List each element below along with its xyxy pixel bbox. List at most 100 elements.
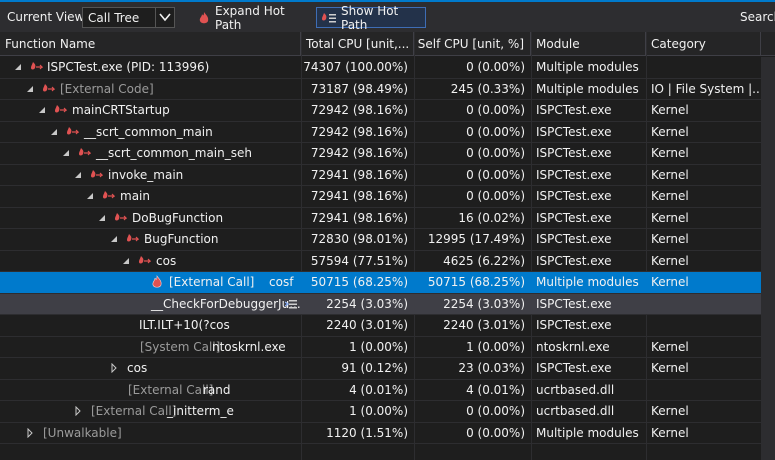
total-cpu-cell: 91 (0.12%) — [341, 361, 408, 375]
function-name-cell: DoBugFunction — [0, 208, 301, 229]
collapsed-arrow-icon[interactable] — [73, 406, 83, 416]
column-header-category[interactable]: Category — [646, 32, 761, 56]
total-cpu-cell: 2254 (3.03%) — [326, 296, 408, 311]
module-cell: ISPCTest.exe — [536, 232, 612, 246]
category-cell: Kernel — [651, 361, 689, 375]
expanded-arrow-icon[interactable] — [121, 256, 131, 266]
module-cell: Multiple modules — [536, 81, 639, 96]
collapsed-arrow-icon[interactable] — [25, 427, 35, 438]
category-cell — [646, 57, 761, 78]
table-row[interactable]: __CheckForDebuggerJu... 2254 (3.03%) 225… — [0, 293, 775, 315]
module-cell: ISPCTest.exe — [536, 253, 612, 268]
hot-path-flame-icon — [139, 255, 151, 263]
self-cpu-cell: 4625 (6.22%) — [443, 253, 525, 268]
column-header-function-name[interactable]: Function Name — [0, 32, 301, 56]
expanded-arrow-icon[interactable] — [13, 62, 23, 72]
function-name-cell: mainCRTStartup — [0, 100, 301, 121]
table-row[interactable]: main 72941 (98.16%) 0 (0.00%) ISPCTest.e… — [0, 186, 775, 208]
table-row[interactable]: __scrt_common_main_seh 72942 (98.16%) 0 … — [0, 143, 775, 165]
module-cell: ISPCTest.exe — [536, 124, 612, 139]
view-source-icon[interactable] — [285, 299, 297, 310]
total-cpu-cell: 74307 (100.00%) — [303, 60, 408, 74]
function-name-cell: __scrt_common_main_seh — [0, 143, 301, 164]
module-cell: ISPCTest.exe — [536, 296, 612, 311]
table-row[interactable]: invoke_main 72941 (98.16%) 0 (0.00%) ISP… — [0, 165, 775, 186]
column-header-self-cpu[interactable]: Self CPU [unit, %] — [414, 32, 531, 56]
module-cell: ISPCTest.exe — [536, 189, 612, 203]
table-row[interactable]: __scrt_common_main 72942 (98.16%) 0 (0.0… — [0, 122, 775, 143]
table-row[interactable]: DoBugFunction 72941 (98.16%) 16 (0.02%) … — [0, 208, 775, 229]
expanded-arrow-icon[interactable] — [25, 84, 35, 94]
category-cell — [646, 294, 761, 315]
self-cpu-cell: 0 (0.00%) — [466, 167, 525, 182]
function-name-prefix: [Unwalkable] — [43, 425, 122, 440]
total-cpu-cell: 4 (0.01%) — [349, 382, 408, 397]
function-name-cell: [Unwalkable] — [0, 423, 301, 444]
category-cell: Kernel — [651, 232, 689, 246]
function-name-cell: __CheckForDebuggerJu... — [0, 294, 301, 315]
category-cell: Kernel — [651, 425, 689, 440]
hot-path-flame-icon — [103, 191, 115, 199]
hot-path-flame-icon — [79, 148, 91, 156]
function-name-cell: cos — [0, 358, 301, 379]
module-cell: ntoskrnl.exe — [536, 339, 610, 354]
category-cell: Kernel — [651, 275, 689, 289]
total-cpu-cell: 72830 (98.01%) — [310, 232, 408, 246]
vertical-scrollbar[interactable] — [761, 57, 775, 460]
self-cpu-cell: 245 (0.33%) — [450, 81, 525, 96]
collapsed-arrow-icon[interactable] — [109, 363, 119, 373]
table-row[interactable]: [External Call] _initterm_e 1 (0.00%) 0 … — [0, 401, 775, 423]
total-cpu-cell: 1120 (1.51%) — [326, 425, 408, 440]
function-name-cell: [System Call] ntoskrnl.exe — [0, 337, 301, 358]
table-row[interactable]: ILT.ILT+10(?cos 2240 (3.01%) 2240 (3.01%… — [0, 315, 775, 337]
column-header-module[interactable]: Module — [531, 32, 646, 56]
category-cell — [646, 380, 761, 401]
function-name-prefix: [System Call] — [140, 339, 221, 354]
table-row-selected[interactable]: [External Call] cosf 50715 (68.25%) 5071… — [0, 272, 775, 294]
table-row[interactable]: [External Call] rand 4 (0.01%) 4 (0.01%)… — [0, 380, 775, 401]
expanded-arrow-icon[interactable] — [61, 148, 71, 158]
total-cpu-cell: 73187 (98.49%) — [310, 81, 408, 96]
table-row[interactable]: ISPCTest.exe (PID: 113996) 74307 (100.00… — [0, 57, 775, 79]
hot-path-flame-icon — [55, 105, 67, 113]
table-row[interactable]: cos 57594 (77.51%) 4625 (6.22%) ISPCTest… — [0, 251, 775, 272]
self-cpu-cell: 2240 (3.01%) — [443, 318, 525, 332]
function-name: ISPCTest.exe (PID: 113996) — [47, 60, 210, 74]
function-name-cell: ISPCTest.exe (PID: 113996) — [0, 57, 301, 78]
module-cell: ISPCTest.exe — [536, 167, 612, 182]
function-name-cell: [External Call] rand — [0, 380, 301, 401]
current-view-dropdown[interactable]: Call Tree — [82, 7, 175, 28]
table-row[interactable]: [External Code] 73187 (98.49%) 245 (0.33… — [0, 79, 775, 100]
total-cpu-cell: 72942 (98.16%) — [310, 146, 408, 160]
expanded-arrow-icon[interactable] — [85, 191, 95, 201]
function-name: __scrt_common_main_seh — [96, 146, 252, 160]
show-hot-path-button[interactable]: Show Hot Path — [316, 4, 426, 32]
function-name-prefix: [External Call] — [128, 382, 214, 397]
expanded-arrow-icon[interactable] — [37, 105, 47, 115]
table-row[interactable]: [System Call] ntoskrnl.exe 1 (0.00%) 1 (… — [0, 337, 775, 358]
function-name-cell: ILT.ILT+10(?cos — [0, 315, 301, 336]
table-row[interactable]: cos 91 (0.12%) 23 (0.03%) ISPCTest.exe K… — [0, 358, 775, 380]
function-name: __CheckForDebuggerJu... — [151, 296, 301, 311]
dropdown-arrow-button[interactable] — [155, 8, 174, 27]
search-input[interactable]: Search — [740, 10, 775, 24]
table-row[interactable]: mainCRTStartup 72942 (98.16%) 0 (0.00%) … — [0, 100, 775, 122]
table-row[interactable]: [Unwalkable] 1120 (1.51%) 0 (0.00%) Mult… — [0, 423, 775, 444]
expand-hot-path-label: Expand Hot Path — [215, 3, 285, 32]
self-cpu-cell: 23 (0.03%) — [458, 361, 525, 375]
function-name: cos — [156, 253, 177, 268]
expanded-arrow-icon[interactable] — [73, 170, 83, 180]
self-cpu-cell: 1 (0.00%) — [466, 339, 525, 354]
self-cpu-cell: 0 (0.00%) — [466, 60, 525, 74]
expanded-arrow-icon[interactable] — [109, 234, 119, 244]
total-cpu-cell: 72941 (98.16%) — [310, 167, 408, 182]
function-name-prefix: [External Call] — [91, 404, 177, 418]
expanded-arrow-icon[interactable] — [49, 127, 59, 137]
table-row[interactable]: BugFunction 72830 (98.01%) 12995 (17.49%… — [0, 229, 775, 251]
expanded-arrow-icon[interactable] — [97, 213, 107, 223]
self-cpu-cell: 12995 (17.49%) — [427, 232, 525, 246]
expand-hot-path-button[interactable]: Expand Hot Path — [193, 4, 308, 32]
total-cpu-cell: 1 (0.00%) — [349, 404, 408, 418]
category-cell: Kernel — [651, 210, 689, 225]
column-header-total-cpu[interactable]: Total CPU [unit,... — [301, 32, 414, 56]
